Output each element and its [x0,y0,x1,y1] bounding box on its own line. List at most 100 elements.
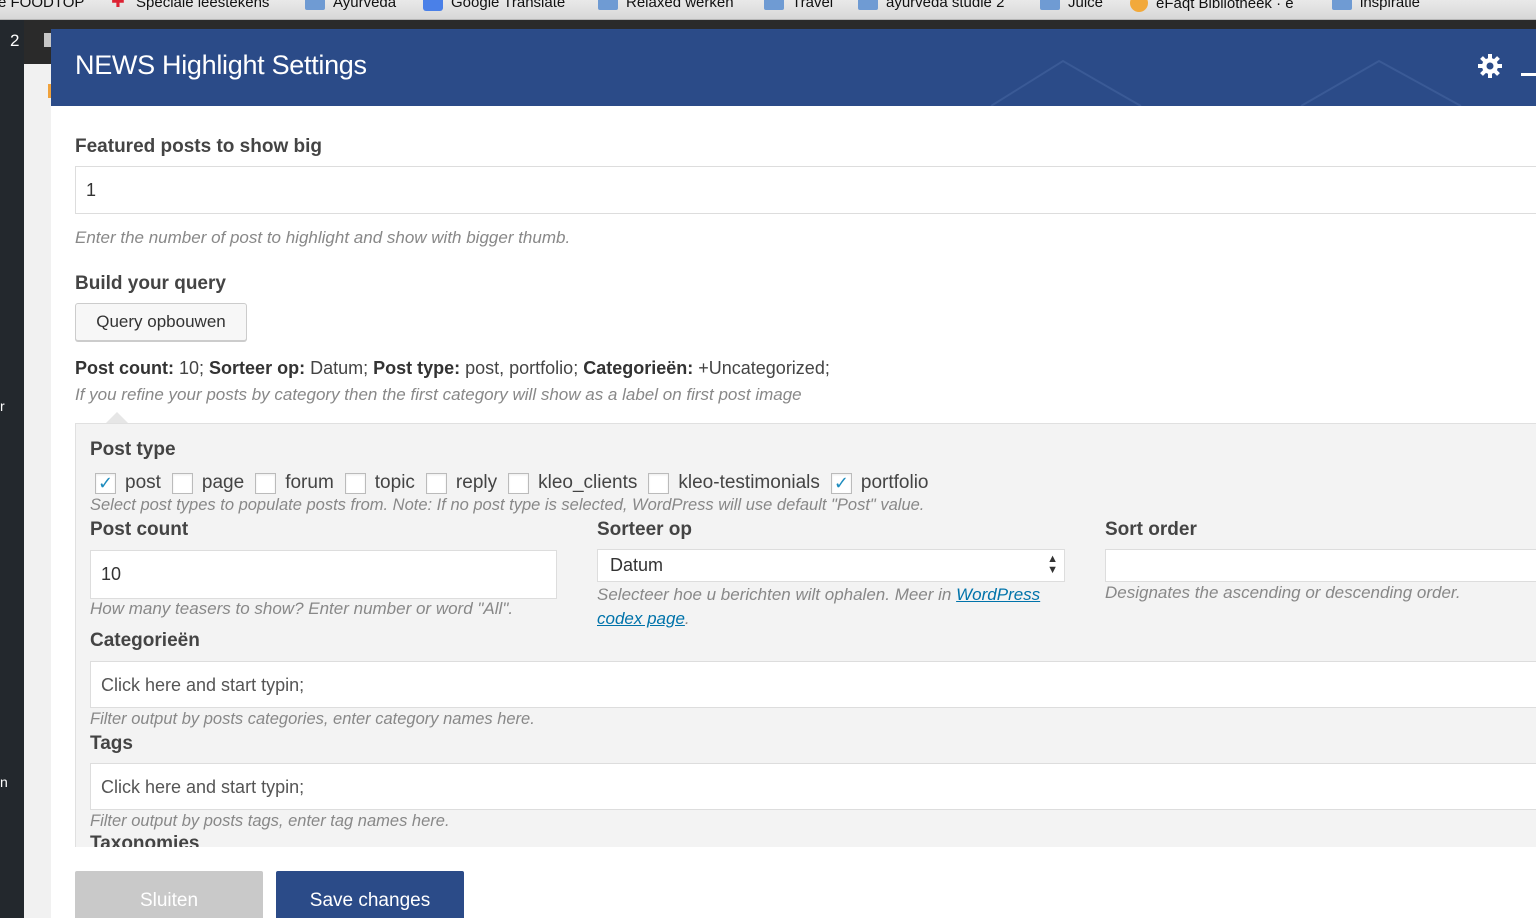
checkbox[interactable] [255,472,277,494]
translate-icon [423,0,443,11]
post-count-input[interactable] [90,550,557,599]
checkbox[interactable] [171,472,193,494]
categories-label: Categorieën [90,630,200,651]
folder-icon [764,0,784,10]
modal-body: Featured posts to show big Enter the num… [51,106,1536,847]
save-changes-button[interactable]: Save changes [276,871,464,918]
featured-hint: Enter the number of post to highlight an… [75,228,571,247]
close-button[interactable]: Sluiten [75,871,263,918]
bookmark-item[interactable]: inspiratie [1332,0,1420,11]
page-background [24,64,52,918]
summary-type-value: post, portfolio; [460,358,579,378]
bookmark-item[interactable]: Ayurveda [305,0,396,11]
sort-by-label: Sorteer op [597,519,693,540]
sidebar-letter: r [0,398,5,414]
bookmark-label: Juice [1068,0,1104,11]
bookmark-label: e FOODTOP [0,0,85,11]
post-type-option-kleo-testimonials[interactable]: kleo-testimonials [648,472,820,494]
post-type-checkboxes: ✓ post page forum topic reply kleo_clien… [95,472,940,494]
bookmark-label: inspiratie [1360,0,1421,11]
bookmark-label: Relaxed werken [626,0,734,11]
modal-header: NEWS Highlight Settings [51,29,1536,106]
build-query-label: Build your query [75,273,226,294]
post-type-option-post[interactable]: ✓ post [95,472,161,494]
summary-type-label: Post type: [373,358,461,378]
option-label: kleo_clients [538,472,638,493]
gear-icon[interactable] [1475,51,1505,81]
post-type-option-page[interactable]: page [171,472,244,494]
bookmark-label: Speciale leestekens [136,0,270,11]
post-type-option-kleo-clients[interactable]: kleo_clients [508,472,637,494]
option-label: post [125,472,161,493]
post-count-label: Post count [90,519,189,540]
tags-input[interactable]: Click here and start typin; [90,763,1536,810]
post-type-label: Post type [90,439,176,460]
sort-by-hint: Selecteer hoe u berichten wilt ophalen. … [597,583,1067,631]
bookmarks-bar: e FOODTOP ✚ Speciale leestekens Ayurveda… [0,0,1536,20]
summary-category-value: +Uncategorized; [693,358,830,378]
option-label: topic [374,472,415,493]
post-type-option-portfolio[interactable]: ✓ portfolio [830,472,929,494]
option-label: portfolio [860,472,929,493]
notification-count: 2 [10,31,20,50]
sidebar-letter: n [0,774,8,790]
admin-sidebar: 2 r n [0,20,24,918]
codex-page-link[interactable]: codex page [597,609,685,628]
bookmark-label: Travel [792,0,834,11]
summary-sort-label: Sorteer op: [209,358,306,378]
sort-by-hint-end: . [684,609,690,628]
select-arrows-icon: ▲ ▼ [1047,553,1058,576]
featured-posts-input[interactable] [75,166,1536,214]
option-label: reply [455,472,498,493]
bookmark-item[interactable]: ayurveda studie 2 [858,0,1004,11]
summary-count-value: 10; [174,358,205,378]
bookmark-item[interactable]: ✚ Speciale leestekens [108,0,269,11]
summary-category-label: Categorieën: [583,358,694,378]
bookmark-item[interactable]: Relaxed werken [598,0,734,11]
checkbox[interactable]: ✓ [95,472,116,494]
modal-title: NEWS Highlight Settings [75,50,367,80]
categories-input[interactable]: Click here and start typin; [90,661,1536,708]
folder-icon [598,0,618,10]
favicon-icon [1130,0,1148,12]
tags-hint: Filter output by posts tags, enter tag n… [90,812,450,830]
folder-icon [1332,0,1352,10]
sort-order-hint: Designates the ascending or descending o… [1105,583,1461,602]
sort-by-hint-text: Selecteer hoe u berichten wilt ophalen. … [597,585,957,604]
bookmark-label: ayurveda studie 2 [886,0,1005,11]
bookmark-label: Ayurveda [333,0,397,11]
checkmark-icon: ✓ [833,473,849,493]
option-label: kleo-testimonials [678,472,820,493]
settings-modal: NEWS Highlight Settings Featured posts t… [51,29,1536,918]
bookmark-label: Google Translate [451,0,566,11]
checkbox[interactable]: ✓ [830,472,852,494]
checkbox[interactable] [425,472,447,494]
sort-order-select[interactable] [1105,549,1536,582]
build-query-button[interactable]: Query opbouwen [75,303,247,341]
bookmark-item[interactable]: e FOODTOP [0,0,84,11]
folder-icon [858,0,878,10]
modal-footer: Sluiten Save changes [51,847,1536,918]
bookmark-label: eFaqt Bibliotheek · e [1156,0,1294,12]
post-type-option-topic[interactable]: topic [344,472,415,494]
summary-sort-value: Datum; [305,358,369,378]
sort-by-value: Datum [610,555,664,575]
sort-order-label: Sort order [1105,519,1197,540]
checkmark-icon: ✓ [97,473,114,493]
sort-by-select[interactable]: Datum ▲ ▼ [597,549,1065,582]
bookmark-item[interactable]: Google Translate [423,0,565,11]
summary-count-label: Post count: [75,358,174,378]
bookmark-item[interactable]: Travel [764,0,833,11]
checkbox[interactable] [508,472,530,494]
query-summary: Post count: 10; Sorteer op: Datum; Post … [75,358,830,379]
bookmark-item[interactable]: eFaqt Bibliotheek · e [1130,0,1294,12]
post-type-hint: Select post types to populate posts from… [90,496,925,514]
post-type-option-reply[interactable]: reply [425,472,498,494]
checkbox[interactable] [648,472,670,494]
checkbox[interactable] [344,472,366,494]
post-type-option-forum[interactable]: forum [255,472,334,494]
minimize-icon[interactable] [1521,73,1536,76]
bookmark-item[interactable]: Juice [1040,0,1103,11]
wordpress-link[interactable]: WordPress [956,585,1040,604]
tags-label: Tags [90,733,133,754]
